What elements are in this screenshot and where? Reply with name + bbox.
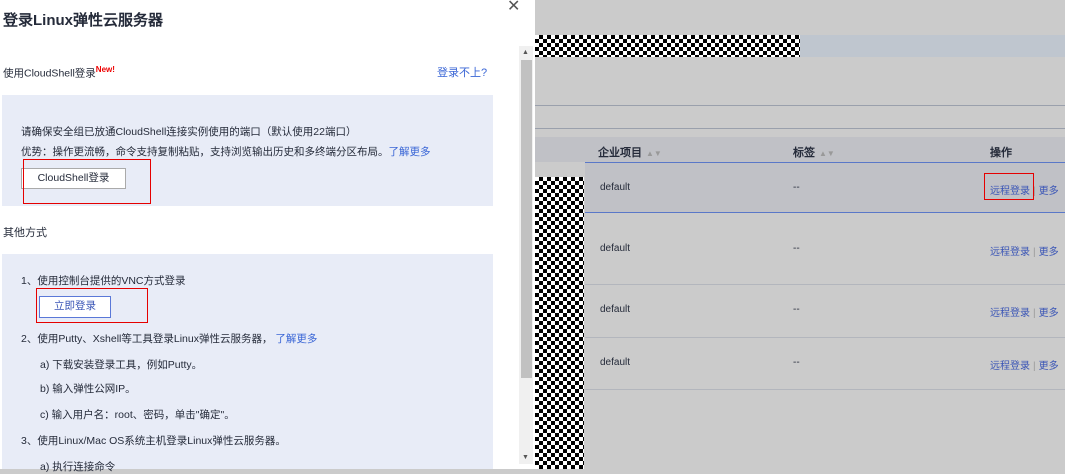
remote-login-link[interactable]: 远程登录 (990, 361, 1030, 372)
remote-login-link[interactable]: 远程登录 (990, 247, 1030, 258)
table-row: default -- 远程登录 | 更多 (585, 285, 1065, 338)
sort-icon: ▲▼ (819, 149, 835, 158)
sort-icon: ▲▼ (646, 149, 662, 158)
project-cell: default (600, 182, 631, 193)
more-link[interactable]: 更多 (1039, 247, 1059, 258)
table-header: 企业项目 ▲▼ 标签 ▲▼ 操作 (535, 137, 1065, 162)
tags-cell: -- (793, 357, 800, 368)
highlight-box (36, 288, 148, 323)
project-cell: default (600, 304, 631, 315)
new-badge: New! (95, 65, 115, 74)
cloudshell-advantage: 优势：操作更流畅，命令支持复制粘贴，支持浏览输出历史和多终端分区布局。了解更多 (21, 146, 431, 158)
login-dialog: 登录Linux弹性云服务器 ✕ 使用CloudShell登录New! 登录不上?… (0, 0, 535, 473)
more-link[interactable]: 更多 (1039, 308, 1059, 319)
header-project[interactable]: 企业项目 ▲▼ (598, 144, 662, 160)
project-cell: default (600, 243, 631, 254)
learn-more-link[interactable]: 了解更多 (389, 146, 431, 158)
step-3: 3、使用Linux/Mac OS系统主机登录Linux弹性云服务器。 (21, 435, 286, 447)
step-2a: a) 下载安装登录工具，例如Putty。 (40, 359, 203, 371)
step-2c: c) 输入用户名：root、密码，单击"确定"。 (40, 409, 235, 421)
scroll-up-icon[interactable]: ▲ (522, 49, 529, 56)
step-2b: b) 输入弹性公网IP。 (40, 383, 136, 395)
other-methods-box: 1、使用控制台提供的VNC方式登录 立即登录 2、使用Putty、Xshell等… (2, 254, 493, 473)
project-cell: default (600, 357, 631, 368)
redacted-region (535, 35, 800, 57)
divider (535, 105, 1065, 106)
close-icon[interactable]: ✕ (507, 0, 520, 16)
dialog-title: 登录Linux弹性云服务器 (3, 12, 163, 29)
divider (535, 128, 1065, 129)
highlight-box (984, 173, 1034, 200)
table-row: default -- 远程登录 | 更多 (585, 213, 1065, 285)
step-3a: a) 执行连接命令 (40, 461, 116, 473)
step-1: 1、使用控制台提供的VNC方式登录 (21, 275, 186, 287)
other-methods-heading: 其他方式 (3, 227, 47, 239)
cant-login-link[interactable]: 登录不上? (437, 64, 487, 80)
table-row: default -- 远程登录 | 更多 (585, 338, 1065, 390)
info-bar (800, 35, 1065, 57)
step-2: 2、使用Putty、Xshell等工具登录Linux弹性云服务器， 了解更多 (21, 333, 318, 345)
cloudshell-heading: 使用CloudShell登录New! (3, 65, 115, 80)
more-link[interactable]: 更多 (1039, 361, 1059, 372)
tags-cell: -- (793, 182, 800, 193)
highlight-box (23, 159, 151, 204)
more-link[interactable]: 更多 (1039, 186, 1059, 197)
remote-login-link[interactable]: 远程登录 (990, 308, 1030, 319)
scrollbar-thumb[interactable] (521, 60, 532, 378)
tags-cell: -- (793, 304, 800, 315)
header-actions: 操作 (990, 147, 1012, 159)
scrollbar[interactable]: ▲ ▼ (519, 46, 533, 464)
learn-more-link[interactable]: 了解更多 (275, 333, 317, 345)
scroll-down-icon[interactable]: ▼ (522, 454, 529, 461)
header-tags[interactable]: 标签 ▲▼ (793, 144, 835, 160)
tags-cell: -- (793, 243, 800, 254)
cloudshell-notice: 请确保安全组已放通CloudShell连接实例使用的端口（默认使用22端口） (21, 126, 357, 138)
redacted-column (535, 177, 584, 469)
